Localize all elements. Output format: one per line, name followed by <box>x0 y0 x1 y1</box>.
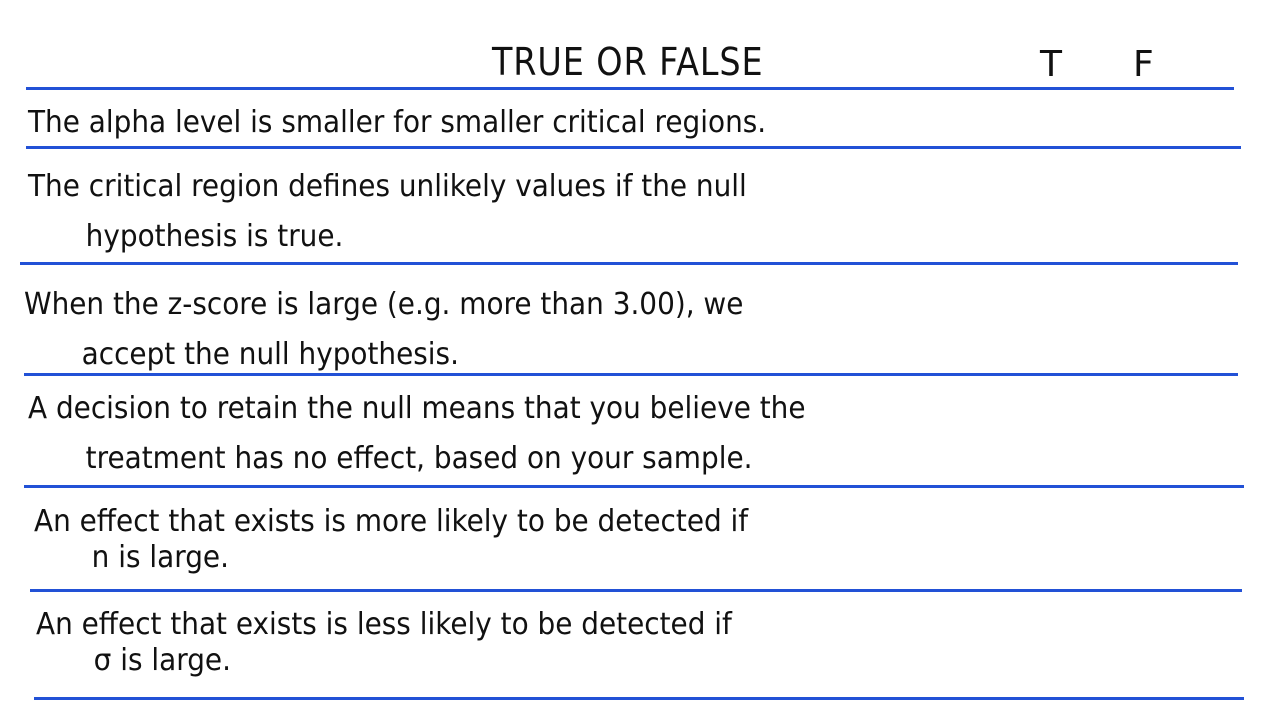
statement-4-line-2: treatment has no effect, based on your s… <box>85 441 753 476</box>
worksheet: TRUE OR FALSE T F The alpha level is sma… <box>0 0 1280 720</box>
statement-4-false-cell[interactable] <box>1122 410 1182 450</box>
row-rule-6 <box>34 697 1244 700</box>
statement-3-line-1: When the z-score is large (e.g. more tha… <box>24 287 744 322</box>
statement-2-false-cell[interactable] <box>1122 185 1182 225</box>
statement-2-line-1: The critical region defines unlikely val… <box>28 169 747 204</box>
statement-3: When the z-score is large (e.g. more tha… <box>24 280 743 380</box>
row-rule-2 <box>20 262 1238 265</box>
statement-5-true-cell[interactable] <box>1030 518 1090 558</box>
statement-2-line-2: hypothesis is true. <box>85 219 344 254</box>
false-column-header: F <box>1133 44 1154 85</box>
header-rule <box>26 87 1234 90</box>
statement-1-false-cell[interactable] <box>1122 104 1182 144</box>
statement-4-true-cell[interactable] <box>1030 410 1090 450</box>
row-rule-4 <box>24 485 1244 488</box>
statement-6-false-cell[interactable] <box>1122 622 1182 662</box>
statement-1: The alpha level is smaller for smaller c… <box>28 98 766 148</box>
row-rule-3 <box>24 373 1238 376</box>
statement-4-line-1: A decision to retain the null means that… <box>28 391 806 426</box>
statement-3-false-cell[interactable] <box>1122 300 1182 340</box>
statement-4: A decision to retain the null means that… <box>28 384 806 484</box>
statement-2-true-cell[interactable] <box>1030 185 1090 225</box>
statement-1-true-cell[interactable] <box>1030 104 1090 144</box>
statement-5-false-cell[interactable] <box>1122 518 1182 558</box>
statement-6: An effect that exists is less likely to … <box>36 600 732 686</box>
statement-2: The critical region defines unlikely val… <box>28 162 747 262</box>
statement-1-line-1: The alpha level is smaller for smaller c… <box>28 105 767 140</box>
row-rule-5 <box>30 589 1242 592</box>
row-rule-1 <box>26 146 1241 149</box>
worksheet-title: TRUE OR FALSE <box>492 40 764 84</box>
statement-3-true-cell[interactable] <box>1030 300 1090 340</box>
true-column-header: T <box>1040 44 1062 85</box>
statement-5: An effect that exists is more likely to … <box>34 497 748 583</box>
statement-6-true-cell[interactable] <box>1030 622 1090 662</box>
